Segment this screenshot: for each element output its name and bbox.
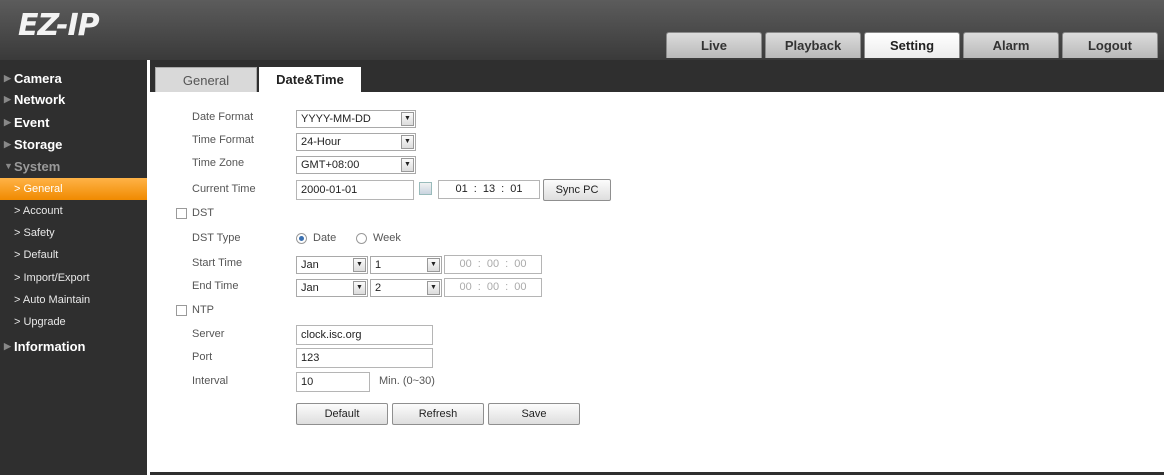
sidebar-subitem-auto-maintain[interactable]: > Auto Maintain — [0, 289, 147, 311]
triangle-right-icon: ▶ — [4, 341, 11, 351]
sidebar-subitem-import-export[interactable]: > Import/Export — [0, 267, 147, 289]
time-zone-label: Time Zone — [192, 157, 245, 169]
sidebar-item-storage[interactable]: ▶ Storage — [0, 134, 147, 155]
calendar-icon[interactable] — [419, 182, 432, 195]
sidebar-item-label: Information — [14, 339, 86, 354]
nav-tab-live[interactable]: Live — [666, 32, 762, 58]
default-button[interactable]: Default — [296, 403, 388, 425]
nav-tab-logout[interactable]: Logout — [1062, 32, 1158, 58]
sidebar-subitem-account[interactable]: > Account — [0, 200, 147, 222]
nav-tab-playback[interactable]: Playback — [765, 32, 861, 58]
triangle-down-icon: ▼ — [4, 161, 13, 171]
brand-logo: EZ-IP — [18, 8, 100, 43]
interval-input[interactable]: 10 — [296, 372, 370, 392]
interval-label: Interval — [192, 375, 229, 387]
current-date-input[interactable]: 2000-01-01 — [296, 180, 414, 200]
time-zone-select[interactable]: GMT+08:00 ▼ — [296, 156, 416, 174]
dst-type-week-radio[interactable] — [356, 233, 367, 244]
ntp-checkbox[interactable] — [176, 305, 187, 316]
ntp-label: NTP — [192, 304, 214, 316]
current-time-label: Current Time — [192, 183, 256, 195]
sidebar-item-information[interactable]: ▶ Information — [0, 336, 147, 357]
time-format-label: Time Format — [192, 134, 254, 146]
start-time-label: Start Time — [192, 257, 243, 269]
end-month-value: Jan — [301, 282, 319, 294]
end-time-input[interactable]: 00 : 00 : 00 — [444, 278, 542, 297]
nav-tab-alarm[interactable]: Alarm — [963, 32, 1059, 58]
sidebar-subitem-upgrade[interactable]: > Upgrade — [0, 311, 147, 333]
server-input[interactable]: clock.isc.org — [296, 325, 433, 345]
sidebar-subitem-general[interactable]: > General — [0, 178, 147, 200]
sidebar: ▶ Camera ▶ Network ▶ Event ▶ Storage ▼ System… — [0, 60, 147, 475]
triangle-right-icon: ▶ — [4, 73, 11, 83]
sidebar-item-system[interactable]: ▼ System — [0, 156, 147, 177]
chevron-down-icon[interactable]: ▼ — [353, 281, 366, 295]
sidebar-item-label: Network — [14, 92, 66, 107]
sidebar-item-label: System — [14, 159, 61, 174]
end-day-select[interactable]: 2 ▼ — [370, 279, 442, 297]
end-month-select[interactable]: Jan ▼ — [296, 279, 368, 297]
sidebar-item-event[interactable]: ▶ Event — [0, 112, 147, 133]
triangle-right-icon: ▶ — [4, 117, 11, 127]
sidebar-item-network[interactable]: ▶ Network — [0, 89, 147, 110]
start-day-select[interactable]: 1 ▼ — [370, 256, 442, 274]
sidebar-item-label: Event — [14, 115, 50, 130]
sidebar-item-label: Camera — [14, 71, 62, 86]
time-zone-value: GMT+08:00 — [301, 159, 360, 171]
time-format-value: 24-Hour — [301, 136, 341, 148]
content-tab-bar: General Date&Time — [150, 60, 1164, 92]
start-day-value: 1 — [375, 259, 382, 271]
refresh-button[interactable]: Refresh — [392, 403, 484, 425]
tab-general[interactable]: General — [155, 67, 257, 92]
dst-type-date-radio[interactable] — [296, 233, 307, 244]
date-format-select[interactable]: YYYY-MM-DD ▼ — [296, 110, 416, 128]
date-format-value: YYYY-MM-DD — [301, 113, 371, 125]
nav-tab-setting[interactable]: Setting — [864, 32, 960, 58]
interval-unit-text: Min. (0~30) — [379, 375, 435, 387]
start-time-input[interactable]: 00 : 00 : 00 — [444, 255, 542, 274]
server-label: Server — [192, 328, 225, 340]
time-format-select[interactable]: 24-Hour ▼ — [296, 133, 416, 151]
dst-type-date-label: Date — [313, 232, 337, 244]
port-input[interactable]: 123 — [296, 348, 433, 368]
triangle-right-icon: ▶ — [4, 94, 11, 104]
sidebar-item-camera[interactable]: ▶ Camera — [0, 68, 147, 89]
dst-checkbox[interactable] — [176, 208, 187, 219]
start-month-select[interactable]: Jan ▼ — [296, 256, 368, 274]
chevron-down-icon[interactable]: ▼ — [401, 135, 414, 149]
dst-type-label: DST Type — [192, 232, 241, 244]
chevron-down-icon[interactable]: ▼ — [401, 158, 414, 172]
chevron-down-icon[interactable]: ▼ — [427, 281, 440, 295]
start-month-value: Jan — [301, 259, 319, 271]
tab-date-time[interactable]: Date&Time — [259, 67, 361, 92]
main-panel: General Date&Time Date Format YYYY-MM-DD… — [150, 60, 1164, 475]
chevron-down-icon[interactable]: ▼ — [353, 258, 366, 272]
save-button[interactable]: Save — [488, 403, 580, 425]
sidebar-subitem-default[interactable]: > Default — [0, 244, 147, 266]
end-time-label: End Time — [192, 280, 239, 292]
date-format-label: Date Format — [192, 111, 254, 123]
triangle-right-icon: ▶ — [4, 139, 11, 149]
chevron-down-icon[interactable]: ▼ — [427, 258, 440, 272]
chevron-down-icon[interactable]: ▼ — [401, 112, 414, 126]
current-time-input[interactable]: 01 : 13 : 01 — [438, 180, 540, 199]
dst-label: DST — [192, 207, 214, 219]
dst-type-week-label: Week — [373, 232, 401, 244]
sidebar-subitem-safety[interactable]: > Safety — [0, 222, 147, 244]
end-day-value: 2 — [375, 282, 382, 294]
header-bar: EZ-IP Live Playback Setting Alarm Logout — [0, 0, 1164, 60]
sync-pc-button[interactable]: Sync PC — [543, 179, 611, 201]
port-label: Port — [192, 351, 213, 363]
sidebar-item-label: Storage — [14, 137, 63, 152]
